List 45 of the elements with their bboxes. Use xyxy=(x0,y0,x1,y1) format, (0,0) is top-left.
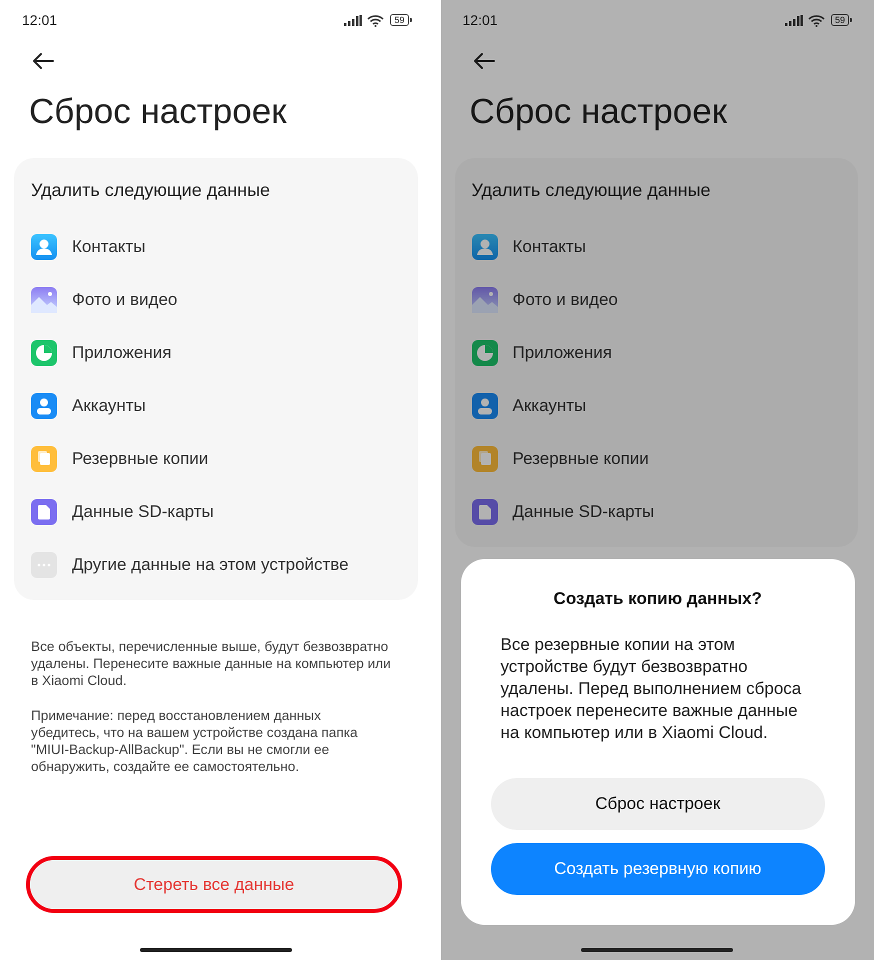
contact-icon xyxy=(472,234,498,260)
more-icon xyxy=(31,552,57,578)
battery-indicator: 59 xyxy=(830,14,852,26)
data-type-label: Контакты xyxy=(72,236,146,256)
note-text: Все объекты, перечисленные выше, будут безвозвратно удалены. Перенесите важные данные на компьютер или в Xiaomi Cloud. xyxy=(31,638,392,689)
gallery-icon xyxy=(31,286,57,312)
data-type-label: Аккаунты xyxy=(72,396,146,416)
document-icon xyxy=(472,498,498,524)
note-text: Примечание: перед восстановлением данных убедитесь, что на вашем устройстве создана папка "MIUI-Backup-AllBackup". Если вы не смогли ее обнаружить, создайте ее самостоятельно. xyxy=(31,707,359,775)
card-title: Удалить следующие данные xyxy=(31,179,272,202)
signal-icon xyxy=(344,14,362,26)
gallery-icon xyxy=(472,286,498,312)
documents-icon xyxy=(472,446,498,472)
data-type-label: Приложения xyxy=(512,342,612,362)
wifi-icon xyxy=(367,14,386,26)
data-type-label: Резервные копии xyxy=(512,448,649,468)
page-title: Сброс настроек xyxy=(29,92,288,132)
documents-icon xyxy=(31,446,57,472)
data-type-label: Контакты xyxy=(512,236,586,256)
data-type-label: Данные SD-карты xyxy=(72,502,214,522)
data-type-label: Другие данные на этом устройстве xyxy=(72,554,349,574)
data-type-label: Аккаунты xyxy=(512,396,586,416)
wifi-icon xyxy=(808,14,826,26)
pie-chart-icon xyxy=(31,340,57,366)
reset-button[interactable]: Сброс настроек xyxy=(490,778,825,830)
card-title: Удалить следующие данные xyxy=(472,179,712,202)
backup-button[interactable]: Создать резервную копию xyxy=(490,843,825,895)
data-type-label: Приложения xyxy=(72,342,172,362)
data-type-label: Данные SD-карты xyxy=(512,502,654,522)
data-type-label: Фото и видео xyxy=(72,290,178,310)
signal-icon xyxy=(784,14,803,26)
dialog-message: Все резервные копии на этом устройстве будут безвозвратно удалены. Перед выполнением сброса настроек перенесите важные данные на компьютер или в Xiaomi Cloud. xyxy=(500,634,802,744)
person-icon xyxy=(31,392,57,418)
pie-chart-icon xyxy=(472,340,498,366)
dialog-title: Создать копию данных? xyxy=(552,589,763,609)
status-time: 12:01 xyxy=(22,12,58,28)
battery-indicator: 59 xyxy=(390,14,412,26)
status-time: 12:01 xyxy=(462,12,498,28)
contact-icon xyxy=(31,234,57,260)
data-type-label: Резервные копии xyxy=(72,448,208,468)
erase-button[interactable]: Стереть все данные xyxy=(30,860,398,909)
document-icon xyxy=(31,498,57,524)
person-icon xyxy=(472,392,498,418)
data-type-label: Фото и видео xyxy=(512,290,618,310)
page-title: Сброс настроек xyxy=(470,92,728,132)
